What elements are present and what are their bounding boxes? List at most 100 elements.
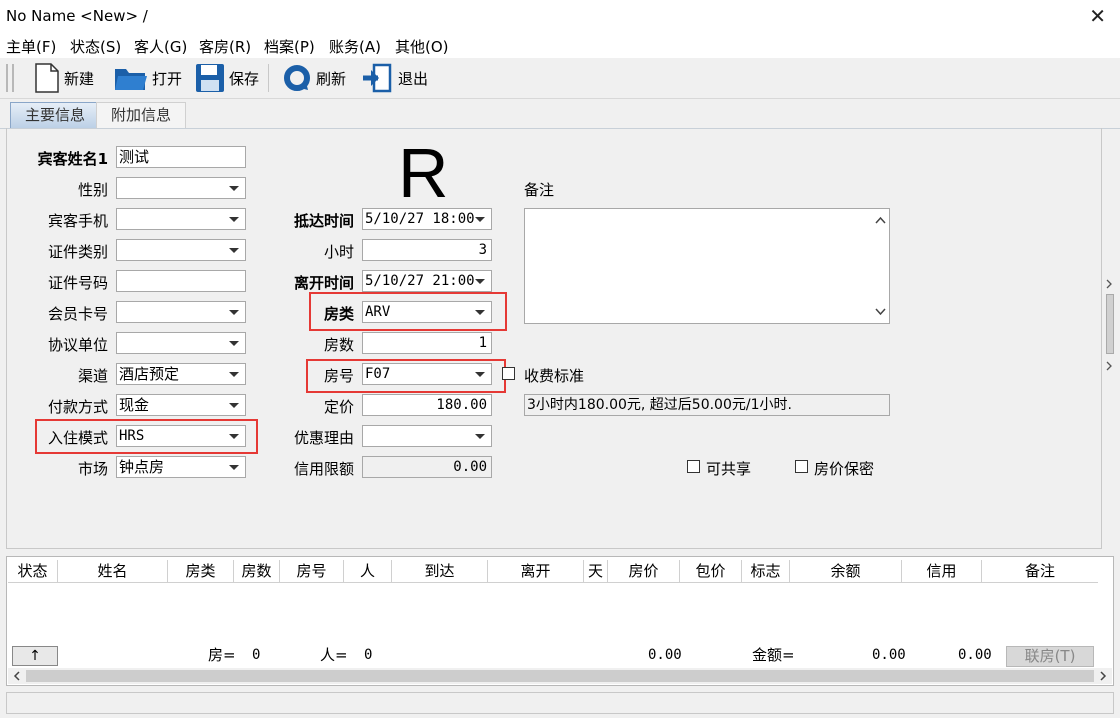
link-room-button[interactable]: 联房(T) [1006,646,1094,667]
discount-reason-label: 优惠理由 [293,429,354,447]
id-type-select[interactable] [116,239,246,261]
new-button[interactable]: 新建 [34,62,94,94]
departure-label: 离开时间 [293,274,354,292]
menu-main-order[interactable]: 主单(F) [6,36,56,57]
channel-label: 渠道 [77,367,108,385]
open-button[interactable]: 打开 [114,62,182,94]
col-flag[interactable]: 标志 [742,560,790,582]
scroll-thumb[interactable] [26,670,1094,682]
col-room-price[interactable]: 房价 [608,560,680,582]
arrival-time-picker[interactable]: 5/10/27 18:00 [362,208,492,230]
hours-input[interactable]: 3 [362,239,492,261]
hours-label: 小时 [323,243,354,261]
window-title: No Name <New> / [6,7,148,25]
room-count-input[interactable]: 1 [362,332,492,354]
toolbar-separator [268,64,269,92]
chevron-right-icon [1106,361,1112,371]
gender-select[interactable] [116,177,246,199]
menu-status[interactable]: 状态(S) [70,36,121,57]
refresh-button[interactable]: 刷新 [282,62,346,94]
member-card-select[interactable] [116,301,246,323]
gender-label: 性别 [77,181,108,199]
guest-name-label: 宾客姓名1 [37,150,108,168]
chevron-down-icon [875,308,886,316]
charge-standard-checkbox[interactable] [502,367,515,380]
chevron-down-icon [229,465,239,470]
guest-name-input[interactable]: 测试 [116,146,246,168]
col-name[interactable]: 姓名 [58,560,168,582]
menu-room[interactable]: 客房(R) [199,36,251,57]
menu-accounts[interactable]: 账务(A) [329,36,381,57]
status-bar [6,692,1114,714]
payment-label: 付款方式 [47,398,108,416]
arrival-label: 抵达时间 [293,212,354,230]
menu-other[interactable]: 其他(O) [395,36,449,57]
room-count-label: 房数 [323,336,354,354]
exit-button[interactable]: 退出 [362,62,428,94]
chevron-down-icon [229,403,239,408]
open-label: 打开 [152,69,183,88]
col-package-price[interactable]: 包价 [680,560,742,582]
tab-extra-info[interactable]: 附加信息 [96,102,187,128]
chevron-down-icon [475,279,485,284]
chevron-right-icon [1106,279,1112,289]
chevron-left-icon [13,671,20,681]
price-secret-checkbox[interactable] [795,460,808,473]
menu-archive[interactable]: 档案(P) [264,36,315,57]
col-room-number[interactable]: 房号 [280,560,344,582]
chevron-down-icon [475,217,485,222]
channel-select[interactable]: 酒店预定 [116,363,246,385]
menu-guest[interactable]: 客人(G) [134,36,187,57]
market-select[interactable]: 钟点房 [116,456,246,478]
highlight-checkin-mode [35,419,258,454]
floppy-disk-icon [196,64,224,92]
refresh-icon [284,65,310,91]
chevron-down-icon [229,186,239,191]
channel-value: 酒店预定 [119,365,180,383]
col-days[interactable]: 天 [584,560,608,582]
chevron-up-icon [875,216,886,224]
remarks-label: 备注 [524,181,555,199]
discount-reason-select[interactable] [362,425,492,447]
new-document-icon [35,63,59,93]
id-type-label: 证件类别 [47,243,108,261]
scroll-thumb[interactable] [1106,294,1114,354]
credit-limit-input[interactable]: 0.00 [362,456,492,478]
people-total-value: 0 [364,647,373,663]
form-vertical-scrollbar[interactable] [1104,264,1114,376]
credit-total-value: 0.00 [958,647,992,663]
refresh-label: 刷新 [316,69,347,88]
col-balance[interactable]: 余额 [790,560,902,582]
col-people[interactable]: 人 [344,560,392,582]
close-icon[interactable]: ✕ [1089,4,1106,28]
mobile-select[interactable] [116,208,246,230]
remarks-scrollbar[interactable] [872,209,889,323]
col-room-type[interactable]: 房类 [168,560,234,582]
col-arrival[interactable]: 到达 [392,560,488,582]
title-bar [0,0,1120,32]
agreement-unit-select[interactable] [116,332,246,354]
market-value: 钟点房 [119,458,165,476]
price-input[interactable]: 180.00 [362,394,492,416]
chevron-down-icon [475,434,485,439]
toolbar-grip[interactable] [6,64,14,92]
charge-standard-text: 3小时内180.00元, 超过后50.00元/1小时. [524,394,890,416]
chevron-down-icon [229,310,239,315]
departure-time-picker[interactable]: 5/10/27 21:00 [362,270,492,292]
departure-time-value: 5/10/27 21:00 [365,273,475,289]
id-number-input[interactable] [116,270,246,292]
payment-select[interactable]: 现金 [116,394,246,416]
col-credit[interactable]: 信用 [902,560,982,582]
grid-horizontal-scrollbar[interactable] [8,668,1112,684]
chevron-down-icon [229,372,239,377]
col-room-count[interactable]: 房数 [234,560,280,582]
price-secret-label: 房价保密 [814,460,875,478]
remarks-textarea[interactable] [524,208,890,324]
col-remarks[interactable]: 备注 [982,560,1098,582]
col-status[interactable]: 状态 [8,560,58,582]
col-departure[interactable]: 离开 [488,560,584,582]
shareable-checkbox[interactable] [687,460,700,473]
save-button[interactable]: 保存 [195,62,259,94]
id-number-label: 证件号码 [47,274,108,292]
tab-main-info[interactable]: 主要信息 [10,102,101,128]
